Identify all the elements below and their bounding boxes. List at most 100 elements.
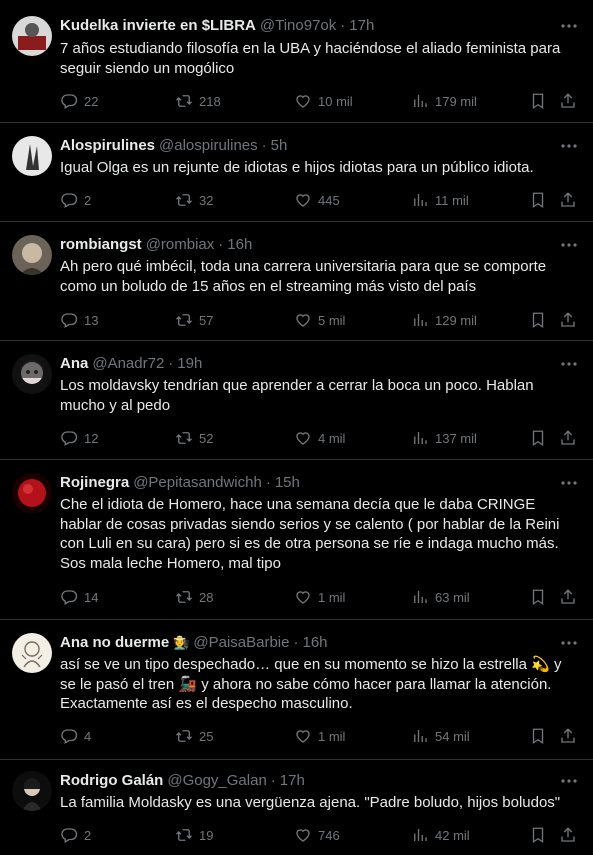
more-icon[interactable] — [559, 235, 579, 255]
tweet[interactable]: Rojinegra @Pepitasandwichh · 15h Che el idi… — [0, 460, 593, 620]
retweet-icon — [176, 829, 192, 841]
more-icon[interactable] — [559, 633, 579, 653]
timestamp[interactable]: 5h — [271, 137, 288, 154]
bookmark-button[interactable] — [529, 190, 547, 210]
reply-button[interactable]: 13 — [60, 310, 98, 330]
reply-button[interactable]: 4 — [60, 726, 91, 746]
more-icon[interactable] — [559, 473, 579, 493]
views-button[interactable]: 137 mil — [411, 428, 477, 448]
author-handle[interactable]: @Gogy_Galan — [167, 772, 266, 789]
timestamp[interactable]: 19h — [177, 355, 202, 372]
retweet-button[interactable]: 32 — [175, 190, 213, 210]
retweet-button[interactable]: 218 — [175, 91, 221, 111]
like-button[interactable]: 1 mil — [294, 726, 345, 746]
views-button[interactable]: 54 mil — [411, 726, 470, 746]
tweet[interactable]: Ana no duerme 🧑‍🌾 @PaisaBarbie · 16h así se … — [0, 620, 593, 760]
author-handle[interactable]: @alospirulines — [159, 137, 258, 154]
more-icon[interactable] — [559, 16, 579, 36]
like-icon — [296, 194, 310, 207]
avatar[interactable] — [12, 771, 52, 811]
views-button[interactable]: 63 mil — [411, 587, 470, 607]
retweet-icon — [176, 95, 192, 107]
retweet-icon — [176, 591, 192, 603]
views-button[interactable]: 42 mil — [411, 825, 470, 845]
share-button[interactable] — [559, 587, 577, 607]
retweet-button[interactable]: 25 — [175, 726, 213, 746]
tweet[interactable]: Kudelka invierte en $LIBRA @Tino97ok · 17h … — [0, 0, 593, 123]
reply-button[interactable]: 12 — [60, 428, 98, 448]
bookmark-button[interactable] — [529, 428, 547, 448]
author-name[interactable]: Ana — [60, 355, 88, 372]
share-button[interactable] — [559, 825, 577, 845]
separator: · — [340, 17, 346, 34]
author-handle[interactable]: @Pepitasandwichh — [133, 474, 262, 491]
share-button[interactable] — [559, 310, 577, 330]
author-name[interactable]: Rojinegra — [60, 474, 129, 491]
reply-button[interactable]: 2 — [60, 190, 91, 210]
share-button[interactable] — [559, 726, 577, 746]
author-name[interactable]: Alospirulines — [60, 137, 155, 154]
like-button[interactable]: 746 — [294, 825, 340, 845]
retweet-button[interactable]: 52 — [175, 428, 213, 448]
share-icon — [561, 192, 575, 207]
views-button[interactable]: 179 mil — [411, 91, 477, 111]
bookmark-button[interactable] — [529, 726, 547, 746]
avatar[interactable] — [12, 16, 52, 56]
author-name[interactable]: Rodrigo Galán — [60, 772, 163, 789]
timestamp[interactable]: 17h — [280, 772, 305, 789]
views-count: 54 mil — [435, 728, 470, 744]
retweet-button[interactable]: 57 — [175, 310, 213, 330]
like-count: 4 mil — [318, 430, 346, 446]
tweet[interactable]: Rodrigo Galán @Gogy_Galan · 17h La familia … — [0, 760, 593, 855]
timestamp[interactable]: 17h — [349, 17, 374, 34]
more-icon[interactable] — [559, 136, 579, 156]
timestamp[interactable]: 16h — [227, 236, 252, 253]
like-button[interactable]: 10 mil — [294, 91, 353, 111]
like-button[interactable]: 445 — [294, 190, 340, 210]
share-button[interactable] — [559, 91, 577, 111]
reply-button[interactable]: 14 — [60, 587, 98, 607]
bookmark-button[interactable] — [529, 310, 547, 330]
views-button[interactable]: 11 mil — [411, 190, 469, 210]
author-name[interactable]: Kudelka invierte en $LIBRA — [60, 17, 256, 34]
avatar[interactable] — [12, 633, 52, 673]
views-button[interactable]: 129 mil — [411, 310, 477, 330]
reply-count: 14 — [84, 589, 99, 605]
views-count: 137 mil — [435, 430, 477, 446]
avatar[interactable] — [12, 354, 52, 394]
bookmark-button[interactable] — [529, 91, 547, 111]
reply-button[interactable]: 22 — [60, 91, 98, 111]
bookmark-button[interactable] — [529, 587, 547, 607]
author-handle[interactable]: @rombiax — [146, 236, 215, 253]
more-icon[interactable] — [559, 354, 579, 374]
like-icon — [296, 314, 310, 327]
avatar[interactable] — [12, 136, 52, 176]
author-handle[interactable]: @Tino97ok — [260, 17, 336, 34]
author-name[interactable]: Ana no duerme — [60, 634, 169, 651]
retweet-button[interactable]: 19 — [175, 825, 213, 845]
like-button[interactable]: 4 mil — [294, 428, 345, 448]
share-icon — [561, 728, 575, 743]
more-icon[interactable] — [559, 771, 579, 791]
like-button[interactable]: 1 mil — [294, 587, 345, 607]
retweet-button[interactable]: 28 — [175, 587, 213, 607]
bookmark-button[interactable] — [529, 825, 547, 845]
views-icon — [414, 194, 427, 206]
like-button[interactable]: 5 mil — [294, 310, 345, 330]
timestamp[interactable]: 15h — [275, 474, 300, 491]
tweet[interactable]: rombiangst @rombiax · 16h Ah pero qué imbéc… — [0, 222, 593, 341]
author-name[interactable]: rombiangst — [60, 236, 142, 253]
author-handle[interactable]: @PaisaBarbie — [193, 634, 289, 651]
avatar[interactable] — [12, 473, 52, 513]
avatar[interactable] — [12, 235, 52, 275]
author-handle[interactable]: @Anadr72 — [92, 355, 164, 372]
reply-button[interactable]: 2 — [60, 825, 91, 845]
tweet[interactable]: Alospirulines @alospirulines · 5h Igual Olg… — [0, 123, 593, 222]
timestamp[interactable]: 16h — [302, 634, 327, 651]
bookmark-icon — [532, 827, 544, 844]
tweet[interactable]: Ana @Anadr72 · 19h Los moldavsky tendrían q… — [0, 341, 593, 460]
tweet-actions: 22 218 10 mil 179 mil — [60, 91, 579, 111]
share-button[interactable] — [559, 190, 577, 210]
share-button[interactable] — [559, 428, 577, 448]
tweet-header: Kudelka invierte en $LIBRA @Tino97ok · 17h — [60, 16, 553, 36]
